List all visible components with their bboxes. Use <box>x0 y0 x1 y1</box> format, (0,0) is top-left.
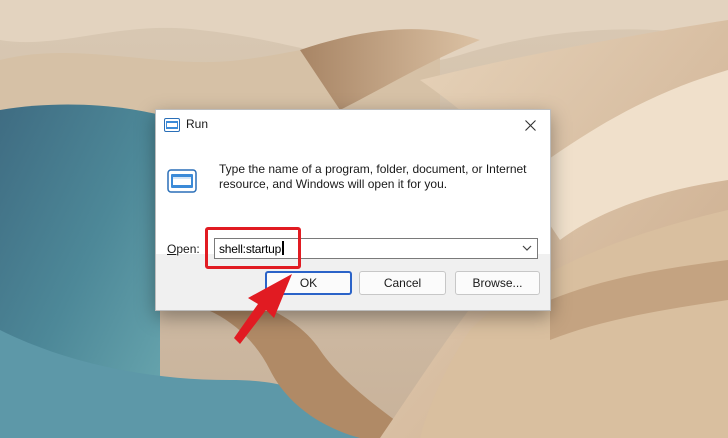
dialog-description: Type the name of a program, folder, docu… <box>219 162 527 191</box>
open-combobox[interactable]: shell:startup <box>214 238 538 259</box>
chevron-down-icon[interactable] <box>522 244 532 252</box>
cancel-button[interactable]: Cancel <box>359 271 446 295</box>
open-input[interactable]: shell:startup <box>219 241 285 256</box>
text-caret <box>282 241 285 255</box>
browse-button[interactable]: Browse... <box>455 271 540 295</box>
run-dialog: Run Type the name of a program, folder, … <box>155 109 551 311</box>
close-button[interactable] <box>510 110 550 140</box>
run-icon <box>164 118 180 132</box>
open-label: Open: <box>167 242 200 256</box>
run-program-icon <box>167 169 197 193</box>
title-bar: Run <box>156 110 550 140</box>
dialog-title: Run <box>186 117 209 131</box>
dialog-content: Type the name of a program, folder, docu… <box>156 140 550 269</box>
ok-button[interactable]: OK <box>265 271 352 295</box>
close-icon <box>524 119 536 131</box>
